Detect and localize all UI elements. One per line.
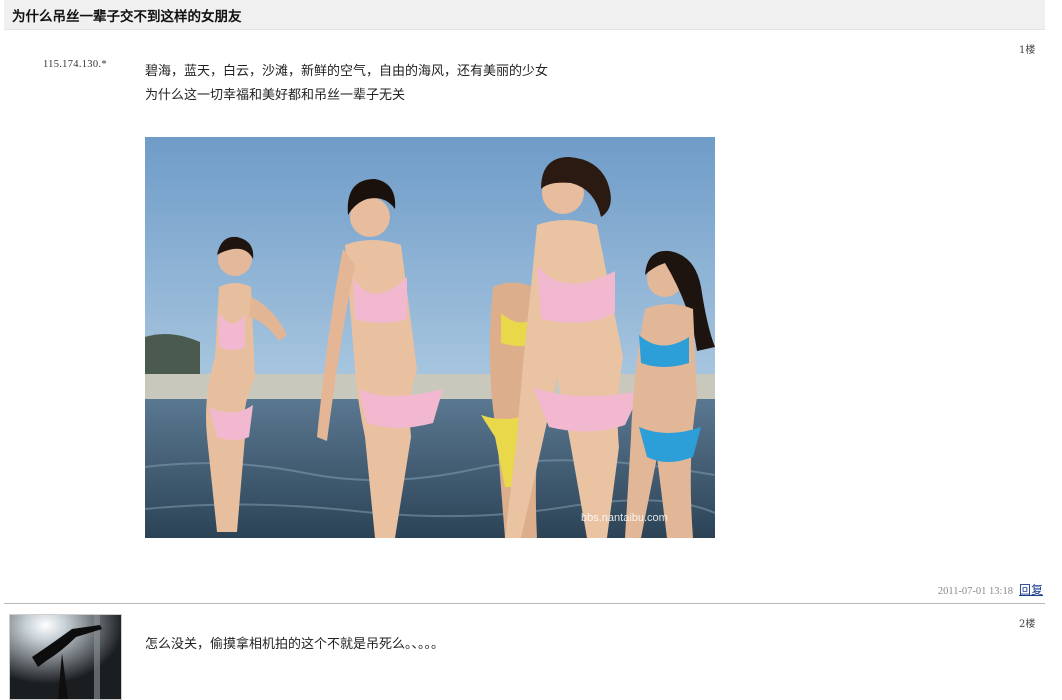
post-divider bbox=[4, 603, 1045, 604]
thread-title: 为什么吊丝一辈子交不到这样的女朋友 bbox=[12, 9, 242, 25]
post-timestamp: 2011-07-01 13:18 bbox=[937, 586, 1013, 597]
thread-title-bar: 为什么吊丝一辈子交不到这样的女朋友 bbox=[4, 0, 1045, 30]
avatar bbox=[9, 614, 122, 700]
author-ip: 115.174.130.* bbox=[43, 59, 107, 70]
post-text-line: 为什么这一切幸福和美好都和吊丝一辈子无关 bbox=[145, 88, 406, 103]
floor-number: 1楼 bbox=[1019, 45, 1036, 56]
reply-link[interactable]: 回复 bbox=[1019, 583, 1043, 597]
post-photo: bbs.nantaibu.com bbox=[145, 137, 715, 538]
image-watermark: bbs.nantaibu.com bbox=[581, 512, 668, 524]
post-meta: 2011-07-01 13:18 回复 bbox=[938, 581, 1043, 598]
post-text-line: 碧海，蓝天，白云，沙滩，新鲜的空气，自由的海风，还有美丽的少女 bbox=[145, 64, 549, 79]
post-text-line: 怎么没关，偷摸拿相机拍的这个不就是吊死么。、。。。 bbox=[145, 637, 445, 652]
floor-number: 2楼 bbox=[1019, 619, 1036, 630]
